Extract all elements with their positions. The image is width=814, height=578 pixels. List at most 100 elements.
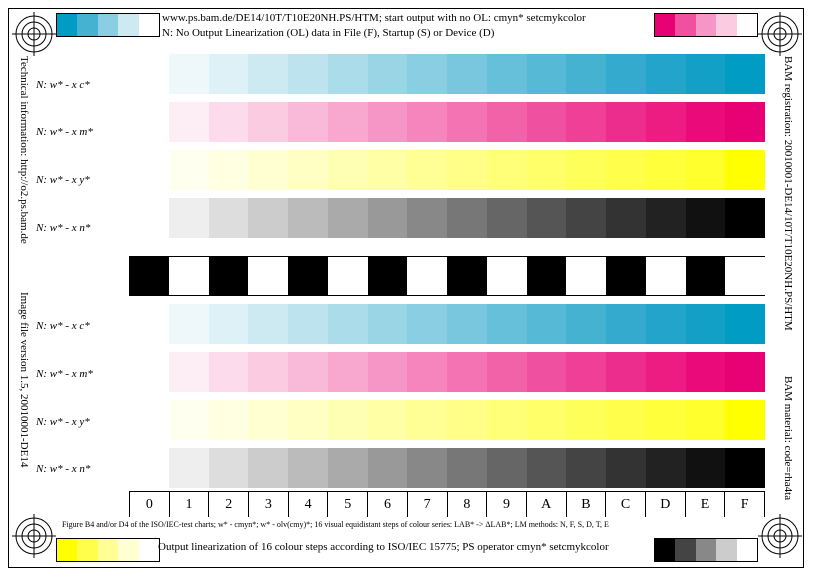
colour-step-cell [725,198,765,238]
colour-step-cell [208,198,249,238]
magenta-swatch [695,14,717,36]
black-step-row [129,448,765,488]
magenta-swatch [736,14,758,36]
colour-step-cell [526,150,567,190]
colour-step-cell [129,54,169,94]
colour-step-cell [208,54,249,94]
step-label: 9 [486,491,526,517]
colour-step-cell [248,448,288,488]
colour-step-cell [606,448,646,488]
colour-step-cell [208,448,249,488]
colour-step-cell [327,448,368,488]
colour-step-cell [129,352,169,392]
colour-step-cell [526,400,567,440]
row-label: N: w* - x n* [36,222,91,234]
colour-step-cell [526,256,567,296]
colour-step-cell [327,352,368,392]
step-label: B [565,491,606,517]
registration-mark-top-right [758,12,802,56]
step-label: 0 [129,491,169,517]
colour-step-cell [407,102,447,142]
colour-step-cell [367,102,408,142]
yellow-swatch [57,539,78,561]
magenta-swatch [675,14,696,36]
colour-step-cell [407,54,447,94]
colour-step-cell [486,256,527,296]
colour-step-cell [248,198,288,238]
colour-step-cell [645,102,686,142]
colour-step-cell [208,150,249,190]
colour-step-cell [566,304,606,344]
colour-step-cell [606,198,646,238]
cyan-swatch [118,14,139,36]
colour-step-cell [129,400,169,440]
colour-step-cell [685,198,726,238]
colour-step-cell [248,400,288,440]
colour-step-cell [208,352,249,392]
colour-step-cell [645,54,686,94]
colour-step-cell [606,102,646,142]
colour-step-cell [288,54,328,94]
colour-step-cell [168,352,209,392]
colour-step-cell [526,102,567,142]
colour-step-cell [486,400,527,440]
row-label: N: w* - x c* [36,79,90,91]
colour-step-cell [129,304,169,344]
colour-step-cell [606,304,646,344]
right-vertical-bottom-text: BAM material: code=rha4ta [782,376,794,501]
colour-step-cell [367,150,408,190]
left-vertical-bottom-text: Image file version 1.5, 20010001-DE14 [18,292,30,468]
colour-step-cell [168,198,209,238]
colour-step-cell [327,256,368,296]
colour-step-cell [327,198,368,238]
step-label: 6 [367,491,407,517]
cyan-swatch [57,14,78,36]
colour-step-cell [685,448,726,488]
top-left-swatch-strip [56,13,160,37]
colour-step-cell [367,304,408,344]
cyan-step-row [129,304,765,344]
colour-step-cell [168,448,209,488]
yellow-swatch [118,539,139,561]
colour-step-cell [645,352,686,392]
cyan-swatch [77,14,98,36]
step-label: 2 [208,491,249,517]
colour-step-cell [129,150,169,190]
header-line-1: www.ps.bam.de/DE14/10T/T10E20NH.PS/HTM; … [162,12,586,24]
colour-step-cell [407,150,447,190]
colour-step-cell [367,448,408,488]
black-swatch [675,539,696,561]
colour-step-cell [606,256,646,296]
colour-step-cell [685,304,726,344]
colour-step-cell [566,352,606,392]
colour-step-cell [566,150,606,190]
magenta-swatch [716,14,737,36]
colour-step-cell [367,352,408,392]
colour-step-cell [566,54,606,94]
magenta-step-row [129,352,765,392]
colour-step-cell [566,256,606,296]
step-label: F [724,491,765,517]
colour-step-cell [129,198,169,238]
colour-step-cell [327,102,368,142]
colour-step-cell [407,352,447,392]
colour-step-cell [645,304,686,344]
colour-step-cell [288,400,328,440]
black-swatch [716,539,737,561]
colour-step-cell [288,448,328,488]
colour-step-cell [327,400,368,440]
colour-step-cell [486,448,527,488]
colour-step-cell [367,256,408,296]
colour-step-cell [725,54,765,94]
colour-step-cell [486,304,527,344]
colour-step-cell [526,54,567,94]
colour-step-cell [725,150,765,190]
colour-step-cell [447,102,487,142]
colour-step-cell [248,352,288,392]
colour-step-cell [447,400,487,440]
magenta-swatch [655,14,676,36]
right-vertical-top-text: BAM registration: 20010001-DE14/10T/T10E… [782,56,794,331]
colour-step-cell [526,352,567,392]
yellow-swatch [77,539,98,561]
cyan-swatch [97,14,119,36]
